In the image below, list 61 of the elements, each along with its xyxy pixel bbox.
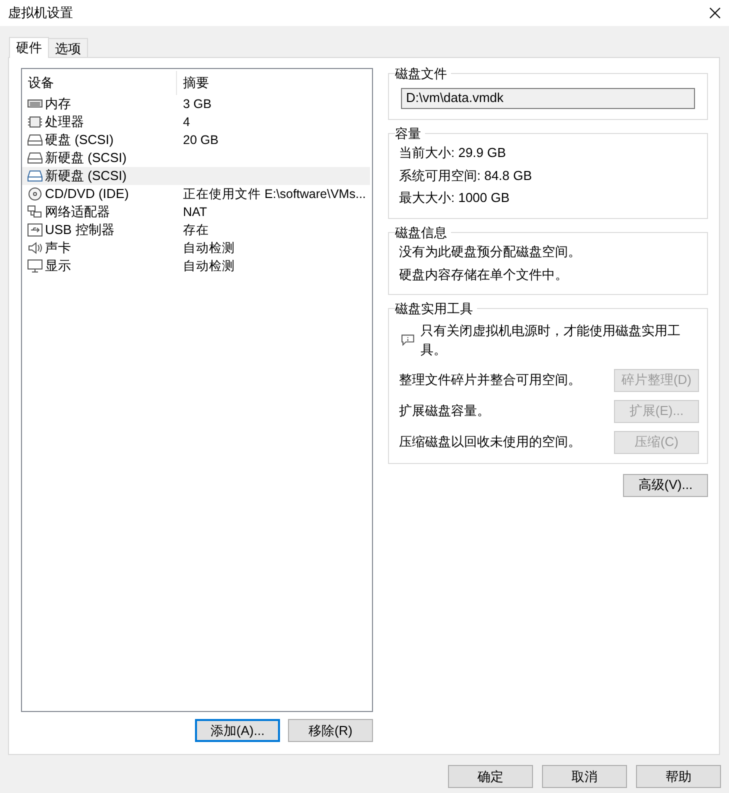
device-name: 网络适配器 bbox=[45, 203, 110, 222]
disk-file-field[interactable]: D:\vm\data.vmdk bbox=[401, 88, 695, 108]
device-row[interactable]: 新硬盘 (SCSI) bbox=[22, 149, 370, 167]
network-icon bbox=[27, 205, 43, 219]
capacity-text: 当前大小: 29.9 GB bbox=[399, 144, 507, 162]
capacity-text: 系统可用空间: 84.8 GB bbox=[399, 166, 533, 184]
tab[interactable]: 选项 bbox=[48, 38, 88, 57]
dialog-button[interactable]: 帮助 bbox=[636, 765, 721, 788]
device-name: 显示 bbox=[45, 257, 71, 276]
device-summary: 3 GB bbox=[183, 96, 212, 113]
action-text: 压缩磁盘以回收未使用的空间。 bbox=[399, 433, 581, 452]
column-header[interactable]: 设备 bbox=[22, 71, 177, 95]
group-title: 磁盘实用工具 bbox=[395, 300, 474, 318]
close-icon[interactable] bbox=[709, 7, 721, 19]
device-name: 硬盘 (SCSI) bbox=[45, 131, 114, 150]
message-icon bbox=[401, 334, 415, 346]
device-row[interactable]: USB 控制器 存在 bbox=[22, 221, 370, 239]
device-row[interactable]: 硬盘 (SCSI) 20 GB bbox=[22, 131, 370, 149]
chip-icon bbox=[27, 115, 43, 129]
group-title: 磁盘信息 bbox=[395, 224, 448, 242]
device-row[interactable]: CD/DVD (IDE) 正在使用文件 E:\software\VMs... bbox=[22, 185, 370, 203]
device-summary: 4 bbox=[183, 114, 190, 131]
group-title: 磁盘文件 bbox=[395, 65, 448, 83]
capacity-text: 最大大小: 1000 GB bbox=[399, 189, 511, 207]
info-text: 硬盘内容存储在单个文件中。 bbox=[399, 266, 569, 284]
device-name: 处理器 bbox=[45, 113, 84, 132]
monitor-icon bbox=[27, 259, 43, 273]
device-name: 新硬盘 (SCSI) bbox=[45, 167, 127, 186]
device-summary: NAT bbox=[183, 204, 208, 221]
device-name: USB 控制器 bbox=[45, 221, 114, 240]
notice-text: 只有关闭虚拟机电源时，才能使用磁盘实用工具。 bbox=[420, 322, 682, 359]
action-text: 整理文件碎片并整合可用空间。 bbox=[399, 371, 581, 390]
group-title: 容量 bbox=[395, 124, 422, 142]
dialog-button[interactable]: 移除(R) bbox=[288, 719, 373, 742]
device-summary: 正在使用文件 E:\software\VMs... bbox=[183, 186, 366, 203]
dialog-button[interactable]: 添加(A)... bbox=[195, 719, 280, 742]
usb-icon bbox=[27, 223, 43, 237]
device-summary: 自动检测 bbox=[183, 240, 235, 257]
device-name: 声卡 bbox=[45, 239, 71, 258]
disc-icon bbox=[27, 187, 43, 201]
device-row[interactable]: 处理器 4 bbox=[22, 113, 370, 131]
device-row[interactable]: 显示 自动检测 bbox=[22, 257, 370, 275]
device-row[interactable]: 声卡 自动检测 bbox=[22, 239, 370, 257]
dialog-button[interactable]: 取消 bbox=[542, 765, 627, 788]
device-summary: 存在 bbox=[183, 222, 209, 239]
action-text: 扩展磁盘容量。 bbox=[399, 402, 490, 420]
column-header[interactable]: 摘要 bbox=[177, 71, 372, 95]
speaker-icon bbox=[27, 241, 43, 255]
device-name: 内存 bbox=[45, 95, 71, 114]
dialog-button[interactable]: 确定 bbox=[448, 765, 533, 788]
device-name: 新硬盘 (SCSI) bbox=[45, 149, 127, 168]
device-row[interactable]: 新硬盘 (SCSI) bbox=[22, 167, 370, 185]
window-title: 虚拟机设置 bbox=[8, 4, 73, 22]
device-row[interactable]: 网络适配器 NAT bbox=[22, 203, 370, 221]
tab[interactable]: 硬件 bbox=[9, 37, 49, 58]
device-summary: 20 GB bbox=[183, 132, 218, 149]
device-summary: 自动检测 bbox=[183, 258, 235, 275]
dialog-button[interactable]: 高级(V)... bbox=[623, 474, 708, 496]
info-text: 没有为此硬盘预分配磁盘空间。 bbox=[399, 243, 582, 261]
device-name: CD/DVD (IDE) bbox=[45, 185, 129, 204]
device-row[interactable]: 内存 3 GB bbox=[22, 95, 370, 113]
